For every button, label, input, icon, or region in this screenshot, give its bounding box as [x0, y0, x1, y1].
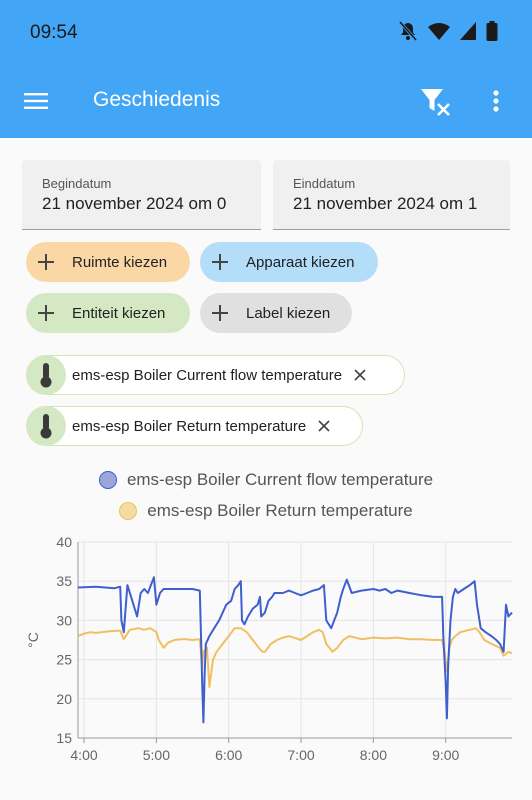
filter-clear-icon[interactable] [420, 87, 452, 117]
end-date-field[interactable]: Einddatum 21 november 2024 om 1 [273, 160, 510, 230]
battery-icon [486, 21, 498, 41]
legend-item-return[interactable]: ems-esp Boiler Return temperature [0, 501, 532, 521]
legend-label-flow: ems-esp Boiler Current flow temperature [126, 470, 434, 489]
choose-device-label: Apparaat kiezen [246, 253, 355, 271]
x-tick-label: 6:00 [215, 747, 242, 763]
y-tick-label: 15 [56, 730, 72, 746]
remove-entity-button[interactable] [306, 408, 342, 444]
x-tick-label: 8:00 [360, 747, 387, 763]
legend-label-return: ems-esp Boiler Return temperature [147, 501, 413, 520]
history-chart[interactable]: 15 20 25 30 35 40 4:00 5:00 6:00 7:00 8:00 9:00 °C [0, 530, 532, 800]
signal-icon [460, 22, 476, 40]
start-date-label: Begindatum [42, 176, 112, 191]
y-tick-label: 25 [56, 652, 72, 668]
choose-device-chip[interactable]: Apparaat kiezen [200, 242, 378, 282]
remove-entity-button[interactable] [342, 357, 378, 393]
x-tick-label: 5:00 [143, 747, 170, 763]
choose-label-label: Label kiezen [246, 304, 331, 322]
wifi-icon [428, 23, 450, 40]
series-line-flow [77, 576, 513, 724]
plus-icon [26, 293, 66, 333]
end-date-label: Einddatum [293, 176, 356, 191]
page-title: Geschiedenis [93, 88, 221, 111]
status-icons [398, 20, 498, 42]
choose-label-chip[interactable]: Label kiezen [200, 293, 352, 333]
x-tick-label: 9:00 [432, 747, 459, 763]
status-bar: 09:54 [0, 0, 532, 64]
y-axis-label: °C [25, 632, 41, 648]
selected-entity-label: ems-esp Boiler Current flow temperature [72, 366, 343, 384]
y-tick-label: 40 [56, 534, 72, 550]
end-date-value: 21 november 2024 om 1 [293, 194, 478, 213]
y-tick-label: 20 [56, 691, 72, 707]
x-tick-label: 4:00 [70, 747, 97, 763]
choose-area-label: Ruimte kiezen [72, 253, 168, 271]
plus-icon [200, 242, 240, 282]
legend-swatch-return [119, 502, 138, 520]
x-tick-label: 7:00 [287, 747, 314, 763]
choose-entity-label: Entiteit kiezen [72, 304, 166, 322]
choose-area-chip[interactable]: Ruimte kiezen [26, 242, 190, 282]
choose-entity-chip[interactable]: Entiteit kiezen [26, 293, 190, 333]
y-tick-label: 30 [56, 612, 72, 628]
legend-item-flow[interactable]: ems-esp Boiler Current flow temperature [0, 470, 532, 490]
thermometer-icon [26, 355, 66, 395]
close-icon [318, 420, 330, 432]
selected-entity-label: ems-esp Boiler Return temperature [72, 417, 307, 435]
thermometer-icon [26, 406, 66, 446]
plus-icon [26, 242, 66, 282]
start-date-value: 21 november 2024 om 0 [42, 194, 227, 213]
start-date-field[interactable]: Begindatum 21 november 2024 om 0 [22, 160, 261, 230]
selected-entity-chip: ems-esp Boiler Return temperature [26, 406, 363, 446]
status-time: 09:54 [30, 22, 78, 43]
more-vert-icon[interactable] [486, 89, 506, 113]
legend-swatch-flow [98, 471, 117, 489]
app-bar: Geschiedenis [0, 64, 532, 138]
plus-icon [200, 293, 240, 333]
selected-entity-chip: ems-esp Boiler Current flow temperature [26, 355, 405, 395]
menu-icon[interactable] [24, 89, 48, 113]
close-icon [354, 369, 366, 381]
y-tick-label: 35 [56, 573, 72, 589]
mute-icon [398, 21, 418, 41]
